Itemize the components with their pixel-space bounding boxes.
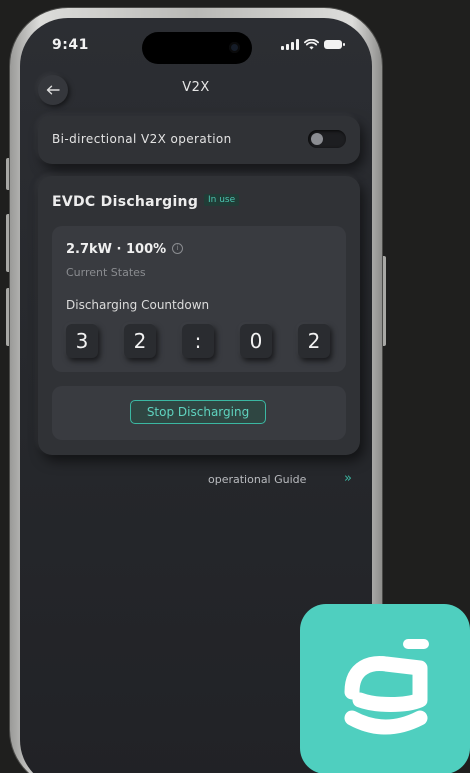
- v2x-toggle-label: Bi-directional V2X operation: [52, 132, 232, 146]
- action-panel: Stop Discharging: [52, 386, 346, 440]
- countdown-digit: 2: [298, 324, 330, 358]
- app-logo-icon: [344, 639, 429, 735]
- status-icons: [281, 39, 345, 50]
- countdown-separator: :: [182, 324, 214, 358]
- stage: 9:41 V2X Bi-directional V2X operation EV…: [0, 0, 470, 773]
- countdown-digit: 3: [66, 324, 98, 358]
- power-stat: 2.7kW · 100%: [66, 242, 167, 257]
- toggle-knob: [311, 133, 323, 145]
- v2x-toggle-card: Bi-directional V2X operation: [38, 116, 360, 164]
- battery-icon: [324, 40, 345, 49]
- in-use-badge: In use: [204, 194, 240, 206]
- info-icon[interactable]: i: [172, 243, 183, 254]
- front-camera: [229, 42, 240, 53]
- wifi-icon: [304, 39, 319, 50]
- stop-discharging-button[interactable]: Stop Discharging: [130, 400, 266, 424]
- countdown-label: Discharging Countdown: [66, 298, 210, 312]
- status-time: 9:41: [52, 37, 89, 53]
- countdown-digit: 2: [124, 324, 156, 358]
- discharging-title: EVDC Discharging: [52, 194, 199, 210]
- discharge-status-panel: 2.7kW · 100% i Current States Dischargin…: [52, 226, 346, 372]
- page-title: V2X: [182, 80, 210, 95]
- chevron-double-right-icon[interactable]: »: [344, 471, 352, 486]
- v2x-toggle-switch[interactable]: [308, 130, 346, 148]
- cellular-signal-icon: [281, 39, 299, 50]
- discharging-card: EVDC Discharging In use 2.7kW · 100% i C…: [38, 176, 360, 455]
- app-logo: [300, 604, 470, 773]
- dynamic-island: [142, 32, 252, 64]
- operational-guide-link[interactable]: operational Guide: [208, 473, 306, 486]
- current-states-label: Current States: [66, 266, 146, 279]
- countdown-digit: 0: [240, 324, 272, 358]
